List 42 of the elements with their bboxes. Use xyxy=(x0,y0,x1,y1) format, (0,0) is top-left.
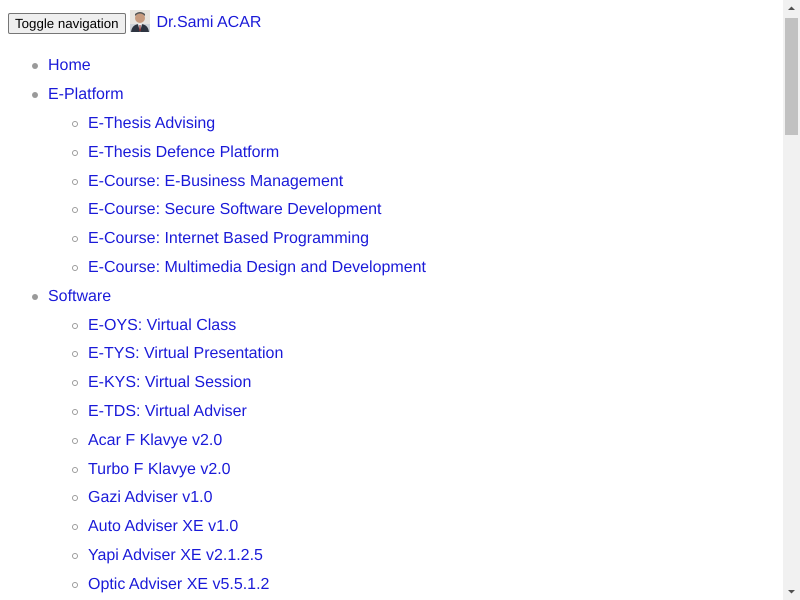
menu-link[interactable]: Software xyxy=(48,288,112,306)
submenu-link[interactable]: E-Course: Multimedia Design and Development xyxy=(88,258,426,277)
brand-link[interactable]: Dr.Sami ACAR xyxy=(156,14,262,32)
submenu-link[interactable]: E-TDS: Virtual Adviser xyxy=(88,402,247,421)
bullet-icon xyxy=(72,264,78,271)
bullet-icon xyxy=(72,178,78,185)
menu-link[interactable]: Home xyxy=(48,57,91,76)
submenu-link[interactable]: E-Thesis Defence Platform xyxy=(88,144,280,162)
bullet-icon xyxy=(32,92,38,98)
bullet-icon xyxy=(72,120,78,127)
submenu-link[interactable]: Turbo F Klavye v2.0 xyxy=(88,460,231,479)
bullet-icon xyxy=(72,582,78,588)
submenu-link[interactable]: E-Course: Internet Based Programming xyxy=(88,230,370,248)
scroll-thumb[interactable] xyxy=(785,18,798,135)
bullet-icon xyxy=(72,351,78,358)
submenu-link[interactable]: E-OYS: Virtual Class xyxy=(88,316,236,335)
submenu-link[interactable]: E-KYS: Virtual Session xyxy=(88,374,252,392)
bullet-icon xyxy=(72,408,78,415)
submenu-link[interactable]: E-Thesis Advising xyxy=(88,114,216,133)
bullet-icon xyxy=(72,322,78,329)
submenu-link[interactable]: E-TYS: Virtual Presentation xyxy=(88,345,284,364)
bullet-icon xyxy=(72,466,78,473)
scrollbar[interactable] xyxy=(783,0,800,600)
toggle-navigation-button[interactable]: Toggle navigation xyxy=(8,13,126,34)
bullet-icon xyxy=(72,236,78,242)
submenu-link[interactable]: E-Course: Secure Software Development xyxy=(88,201,382,220)
bullet-icon xyxy=(72,552,78,559)
menu-link[interactable]: E-Platform xyxy=(48,86,124,104)
submenu-link[interactable]: E-Course: E-Business Management xyxy=(88,172,344,191)
submenu-link[interactable]: Yapi Adviser XE v2.1.2.5 xyxy=(88,546,263,565)
bullet-icon xyxy=(72,524,78,530)
submenu-link[interactable]: Optic Adviser XE v5.5.1.2 xyxy=(88,576,270,594)
submenu-link[interactable]: Gazi Adviser v1.0 xyxy=(88,489,212,508)
bullet-icon xyxy=(32,294,38,300)
bullet-icon xyxy=(72,207,78,214)
bullet-icon xyxy=(72,380,78,386)
bullet-icon xyxy=(32,63,38,70)
bullet-icon xyxy=(72,150,78,156)
bullet-icon xyxy=(72,495,78,502)
submenu-link[interactable]: Acar F Klavye v2.0 xyxy=(88,432,222,450)
submenu-link[interactable]: Auto Adviser XE v1.0 xyxy=(88,518,238,536)
bullet-icon xyxy=(72,438,78,444)
